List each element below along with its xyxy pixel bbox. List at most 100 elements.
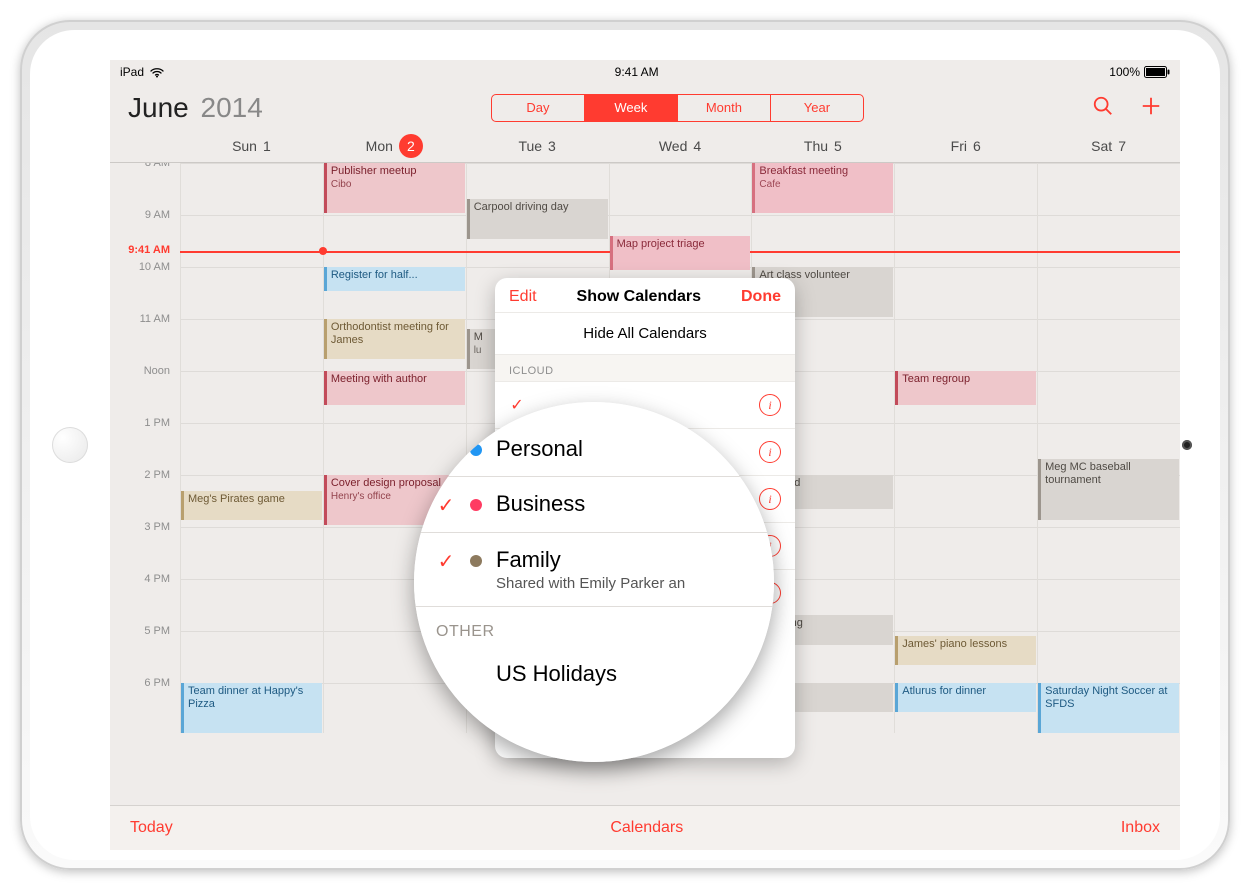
column-separator xyxy=(1037,163,1038,733)
hour-label: 4 PM xyxy=(110,573,176,585)
hour-label: 3 PM xyxy=(110,521,176,533)
popover-done-button[interactable]: Done xyxy=(741,288,781,306)
mag-section-other: OTHER xyxy=(414,607,774,647)
info-icon[interactable]: i xyxy=(759,488,781,510)
year-label: 2014 xyxy=(201,92,263,123)
device-label: iPad xyxy=(120,65,144,79)
color-dot xyxy=(470,555,482,567)
calendar-event[interactable]: Orthodontist meeting for James xyxy=(324,319,465,359)
month-title[interactable]: June 2014 xyxy=(128,92,263,124)
event-title: Orthodontist meeting for James xyxy=(331,321,461,347)
event-title: Team dinner at Happy's Pizza xyxy=(188,685,318,711)
hide-all-row[interactable]: Hide All Calendars xyxy=(495,312,795,354)
check-icon: ✓ xyxy=(436,493,456,518)
hour-label: 11 AM xyxy=(110,313,176,325)
bottom-toolbar: Today Calendars Inbox xyxy=(110,805,1180,850)
day-tue[interactable]: Tue 3 xyxy=(466,134,609,158)
status-bar: iPad 9:41 AM 100% xyxy=(110,60,1180,82)
event-subtitle: Cafe xyxy=(759,178,889,191)
info-icon[interactable]: i xyxy=(759,394,781,416)
day-mon[interactable]: Mon 2 xyxy=(323,134,466,158)
event-title: Meeting with author xyxy=(331,373,461,386)
calendar-event[interactable]: Carpool driving day xyxy=(467,199,608,239)
calendars-button[interactable]: Calendars xyxy=(610,819,683,837)
calendar-event[interactable]: Register for half... xyxy=(324,267,465,291)
hour-label: Noon xyxy=(110,365,176,377)
battery-icon xyxy=(1144,66,1170,78)
day-header-row: Sun 1 Mon 2 Tue 3 Wed 4 Thu 5 Fri 6 Sat … xyxy=(110,128,1180,163)
event-title: Carpool driving day xyxy=(474,201,604,214)
home-button[interactable] xyxy=(52,427,88,463)
event-title: Team regroup xyxy=(902,373,1032,386)
segment-month[interactable]: Month xyxy=(678,95,771,121)
inbox-button[interactable]: Inbox xyxy=(1121,819,1160,837)
column-separator xyxy=(180,163,181,733)
calendar-name: US Holidays xyxy=(496,661,617,687)
wifi-icon xyxy=(150,67,164,78)
mag-row-holidays[interactable]: US Holidays xyxy=(414,647,774,701)
month-label: June xyxy=(128,92,189,123)
today-button[interactable]: Today xyxy=(130,819,173,837)
event-title: Register for half... xyxy=(331,269,461,282)
event-title: Breakfast meeting xyxy=(759,165,889,178)
info-icon[interactable]: i xyxy=(759,441,781,463)
calendar-header: June 2014 Day Week Month Year xyxy=(110,82,1180,128)
calendar-event[interactable]: Breakfast meetingCafe xyxy=(752,163,893,213)
calendar-event[interactable]: Map project triage xyxy=(610,236,751,270)
screen: iPad 9:41 AM 100% June 2014 xyxy=(110,60,1180,850)
magnifier-lens: Personal ✓ Business ✓ Family Shared with… xyxy=(414,402,774,762)
event-title: Meg's Pirates game xyxy=(188,493,318,506)
day-fri[interactable]: Fri 6 xyxy=(894,134,1037,158)
day-wed[interactable]: Wed 4 xyxy=(609,134,752,158)
day-sun[interactable]: Sun 1 xyxy=(180,134,323,158)
event-title: Saturday Night Soccer at SFDS xyxy=(1045,685,1175,711)
hour-label: 9 AM xyxy=(110,209,176,221)
hour-label: 6 PM xyxy=(110,677,176,689)
camera-dot xyxy=(1182,440,1192,450)
ipad-frame: iPad 9:41 AM 100% June 2014 xyxy=(20,20,1230,870)
color-dot xyxy=(470,669,482,681)
now-time-label: 9:41 AM xyxy=(110,244,176,256)
check-icon: ✓ xyxy=(436,549,456,574)
segment-day[interactable]: Day xyxy=(492,95,585,121)
ipad-inner: iPad 9:41 AM 100% June 2014 xyxy=(30,30,1220,860)
color-dot xyxy=(470,499,482,511)
calendar-event[interactable]: Meg's Pirates game xyxy=(181,491,322,520)
hour-label: 1 PM xyxy=(110,417,176,429)
search-icon[interactable] xyxy=(1092,95,1114,122)
event-title: Map project triage xyxy=(617,238,747,251)
hour-label: 10 AM xyxy=(110,261,176,273)
add-icon[interactable] xyxy=(1140,95,1162,122)
popover-section-icloud: ICLOUD xyxy=(495,354,795,381)
popover-edit-button[interactable]: Edit xyxy=(509,288,537,306)
check-icon: ✓ xyxy=(509,395,525,415)
mag-row-family[interactable]: ✓ Family Shared with Emily Parker an xyxy=(414,533,774,607)
calendar-name: Personal xyxy=(496,436,583,462)
calendar-name: Business xyxy=(496,491,585,517)
calendar-event[interactable]: James' piano lessons xyxy=(895,636,1036,665)
segment-year[interactable]: Year xyxy=(771,95,863,121)
shared-with-label: Shared with Emily Parker an xyxy=(496,575,685,592)
calendar-event[interactable]: Meg MC baseball tournament xyxy=(1038,459,1179,519)
today-badge: 2 xyxy=(399,134,423,158)
calendar-event[interactable]: Team regroup xyxy=(895,371,1036,405)
calendar-event[interactable]: Atlurus for dinner xyxy=(895,683,1036,712)
day-thu[interactable]: Thu 5 xyxy=(751,134,894,158)
now-dot xyxy=(319,247,327,255)
calendar-event[interactable]: Meeting with author xyxy=(324,371,465,405)
event-title: Atlurus for dinner xyxy=(902,685,1032,698)
event-title: Meg MC baseball tournament xyxy=(1045,461,1175,487)
calendar-event[interactable]: Saturday Night Soccer at SFDS xyxy=(1038,683,1179,733)
hour-label: 8 AM xyxy=(110,163,176,169)
status-time: 9:41 AM xyxy=(164,65,1109,79)
calendar-event[interactable]: Publisher meetupCibo xyxy=(324,163,465,213)
event-title: Publisher meetup xyxy=(331,165,461,178)
calendar-event[interactable]: Team dinner at Happy's Pizza xyxy=(181,683,322,733)
event-subtitle: Cibo xyxy=(331,178,461,191)
event-title: James' piano lessons xyxy=(902,638,1032,651)
view-segmented: Day Week Month Year xyxy=(491,94,864,122)
mag-row-business[interactable]: ✓ Business xyxy=(414,477,774,533)
day-sat[interactable]: Sat 7 xyxy=(1037,134,1180,158)
battery-pct: 100% xyxy=(1109,65,1140,79)
segment-week[interactable]: Week xyxy=(585,95,678,121)
